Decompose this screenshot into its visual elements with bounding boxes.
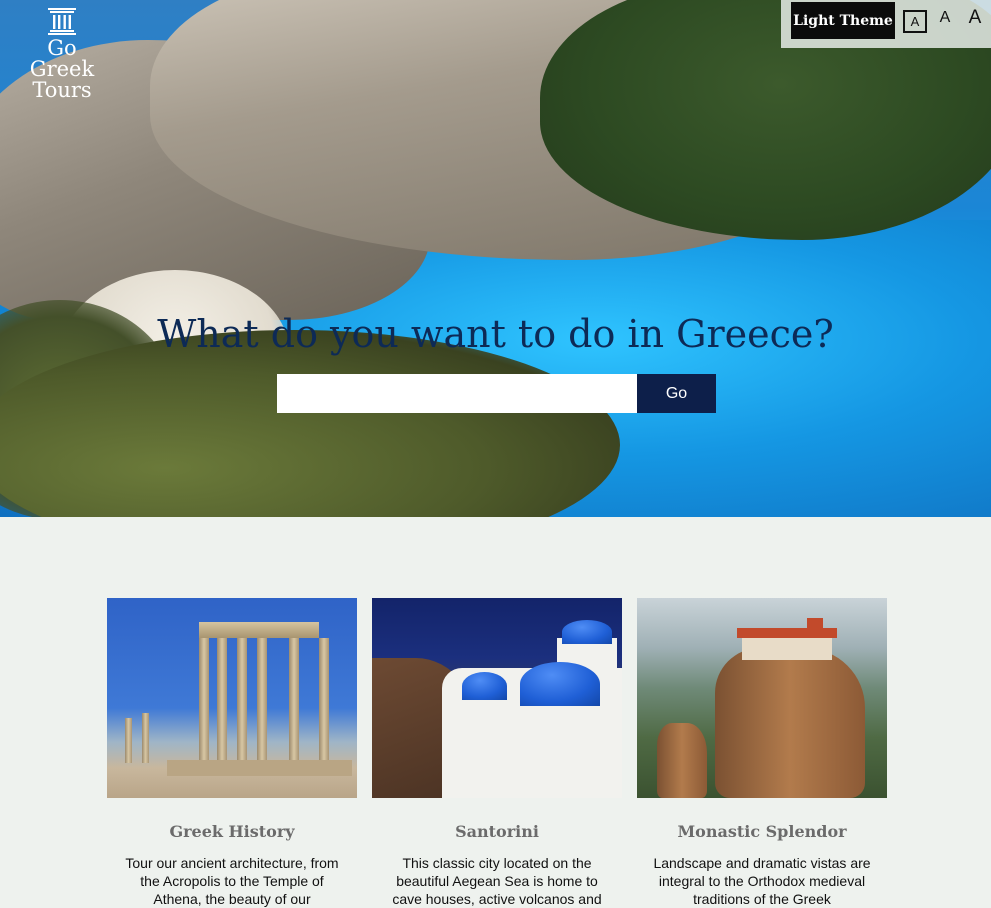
brand-logo[interactable]: Go Greek Tours	[12, 6, 112, 101]
card-greek-history[interactable]: Greek History Tour our ancient architect…	[107, 598, 357, 908]
brand-name-line1: Go Greek	[29, 36, 95, 81]
card-text: Landscape and dramatic vistas are integr…	[653, 855, 871, 907]
card-santorini[interactable]: Santorini This classic city located on t…	[372, 598, 622, 908]
card-monastic-splendor[interactable]: Monastic Splendor Landscape and dramatic…	[637, 598, 887, 908]
hero-banner: Go Greek Tours Light Theme A A A What do…	[0, 0, 991, 517]
card-image-meteora[interactable]	[637, 598, 887, 798]
search-input[interactable]	[277, 374, 637, 413]
card-title: Monastic Splendor	[677, 822, 847, 841]
greek-column-icon	[48, 8, 76, 35]
card-image-temple[interactable]	[107, 598, 357, 798]
accessibility-bar: Light Theme A A A	[781, 0, 991, 48]
light-theme-button[interactable]: Light Theme	[791, 2, 895, 39]
font-size-medium-button[interactable]: A	[936, 9, 954, 27]
font-size-small-button[interactable]: A	[903, 10, 927, 33]
card-text: Tour our ancient architecture, from the …	[125, 855, 339, 907]
font-size-large-button[interactable]: A	[965, 7, 985, 29]
card-text: This classic city located on the beautif…	[392, 855, 602, 907]
card-image-santorini[interactable]	[372, 598, 622, 798]
go-button[interactable]: Go	[637, 374, 716, 413]
card-title: Santorini	[455, 822, 539, 841]
brand-name-line2: Tours	[32, 78, 92, 102]
hero-title: What do you want to do in Greece?	[157, 312, 834, 356]
card-title: Greek History	[169, 822, 295, 841]
